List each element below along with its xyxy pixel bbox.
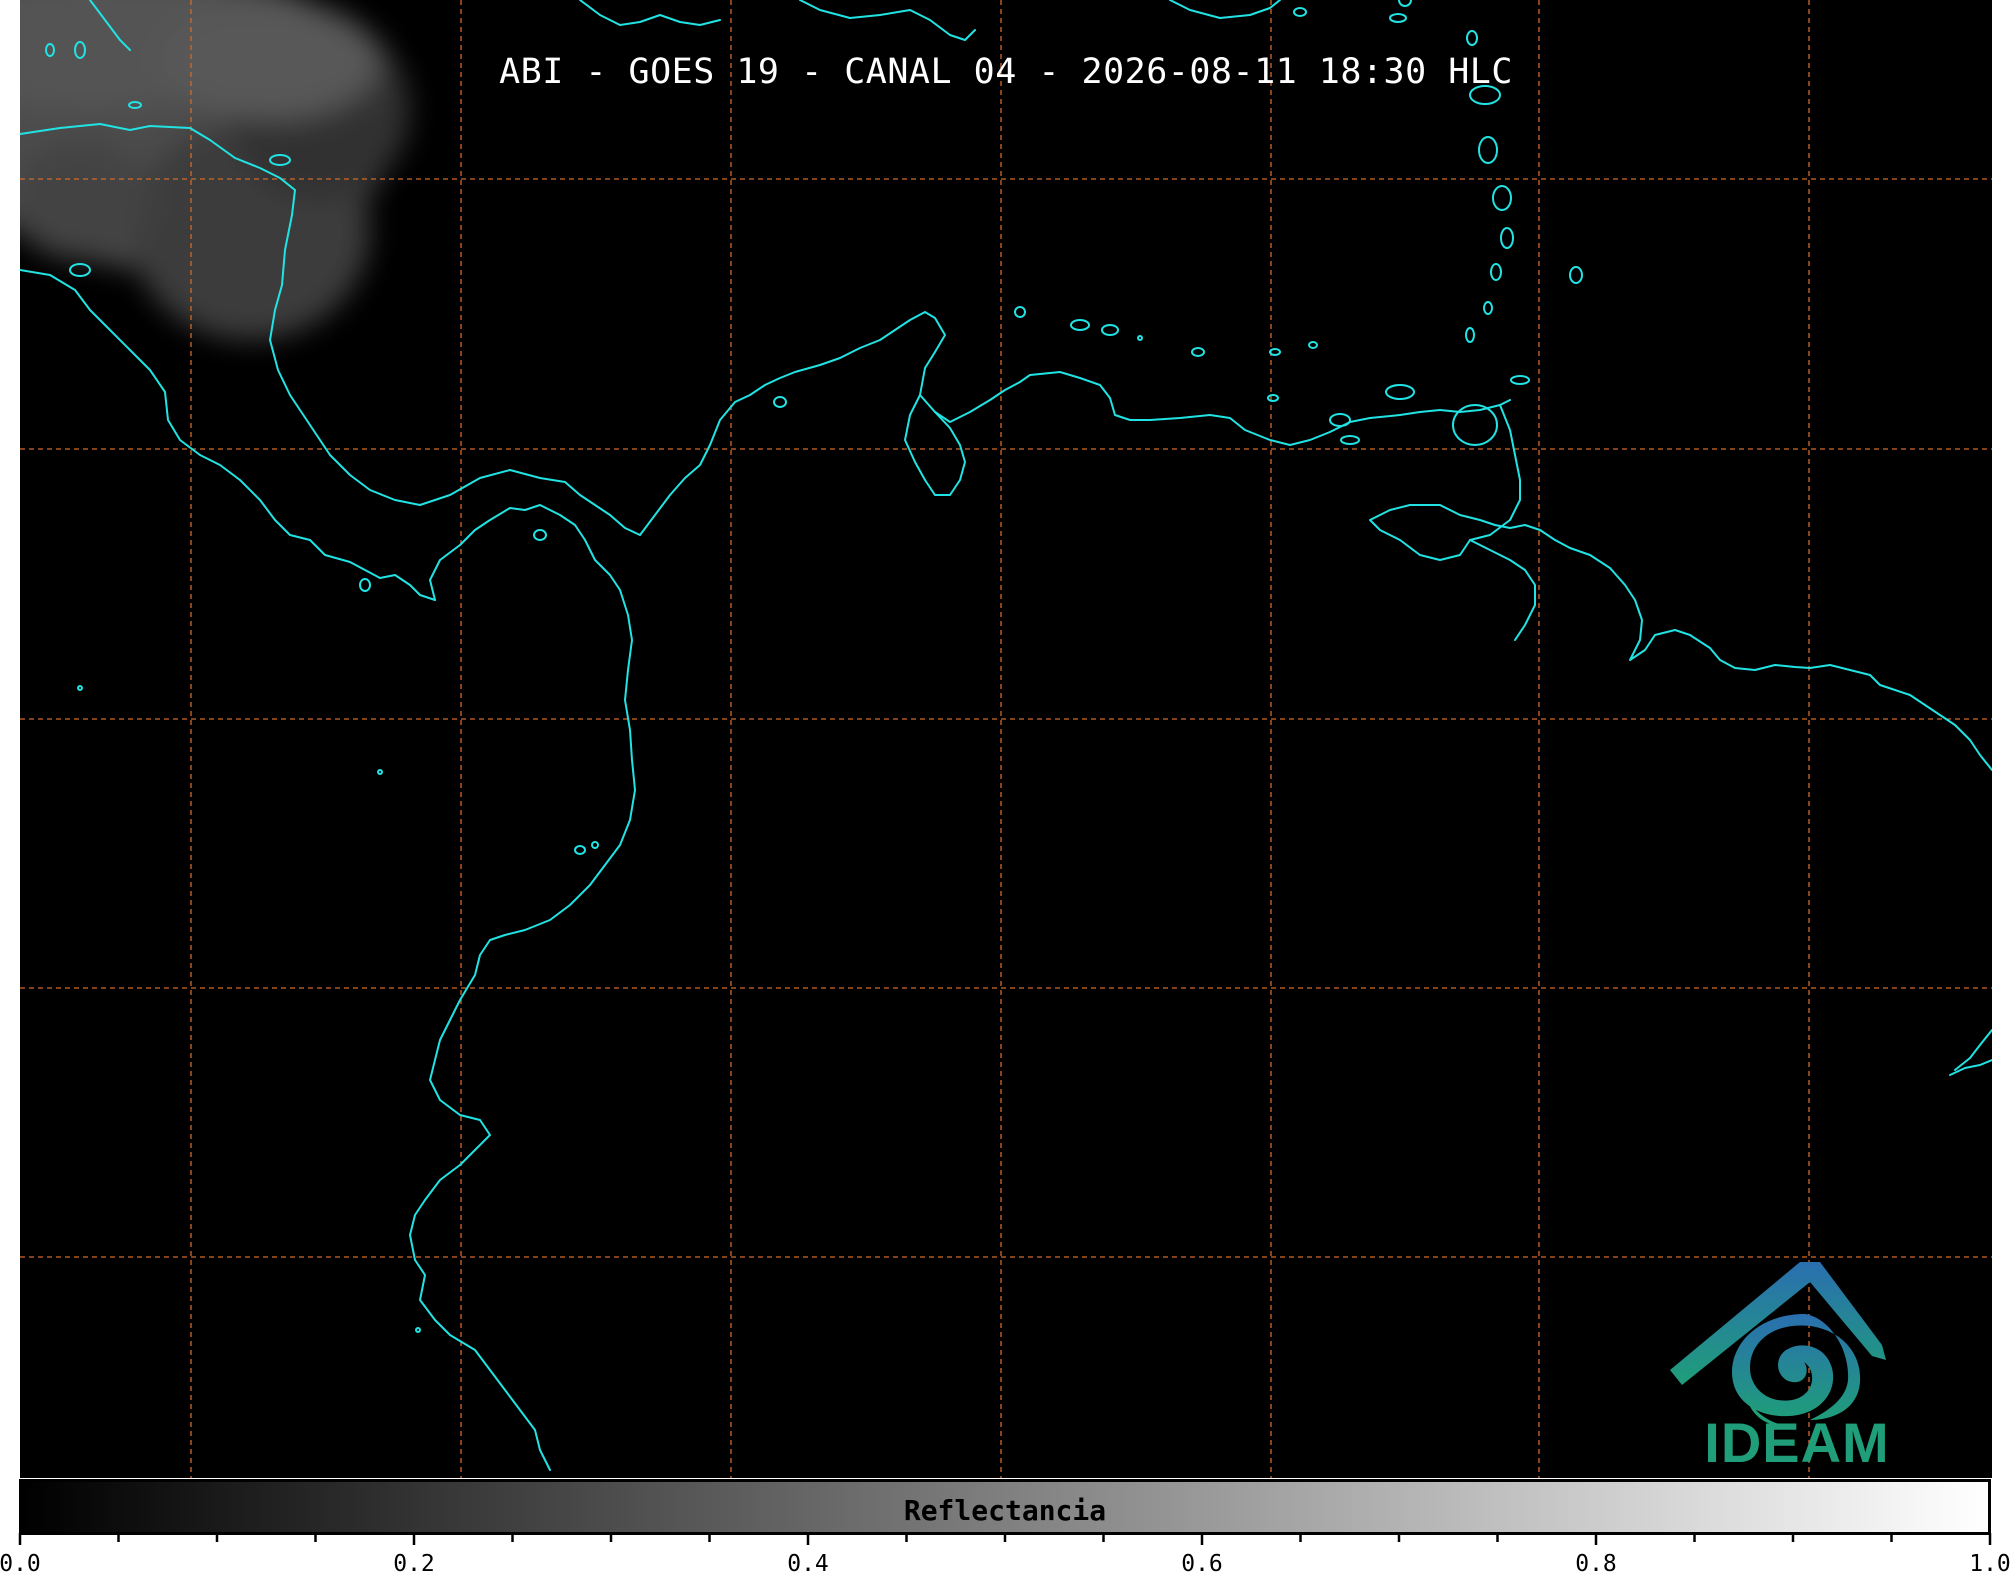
island	[1191, 347, 1205, 357]
colorbar-tick-label: 0.6	[1181, 1551, 1223, 1577]
island	[377, 769, 383, 775]
colorbar-tick-label: 1.0	[1969, 1551, 2011, 1577]
island	[1490, 263, 1502, 281]
colorbar-tick-label: 0.0	[0, 1551, 41, 1577]
island	[1569, 266, 1583, 284]
island	[1483, 301, 1493, 315]
island	[1492, 185, 1512, 211]
island	[1385, 384, 1415, 400]
colorbar-tick-label: 0.4	[787, 1551, 829, 1577]
ideam-mountain-spiral-icon	[1670, 1262, 1886, 1427]
colorbar: Reflectancia	[19, 1479, 1991, 1535]
island	[69, 263, 91, 277]
coastline-puerto-rico	[1169, 0, 1281, 19]
map-title: ABI - GOES 19 - CANAL 04 - 2026-08-11 18…	[499, 52, 1513, 92]
island	[1466, 30, 1478, 46]
coastline-venezuela-east	[1369, 404, 1992, 771]
island	[773, 396, 787, 408]
coastline-cuba	[579, 0, 721, 26]
island	[574, 845, 586, 855]
island	[1293, 7, 1307, 17]
island	[1510, 375, 1530, 385]
island	[533, 529, 547, 541]
island	[1101, 324, 1119, 336]
island	[1478, 136, 1498, 164]
island	[1070, 319, 1090, 331]
ideam-logo-wordmark: IDEAM	[1704, 1411, 1890, 1474]
island	[415, 1327, 421, 1333]
island	[359, 578, 371, 592]
island	[1308, 341, 1318, 349]
map-canvas	[20, 0, 1992, 1478]
coastline-guajira	[904, 394, 966, 496]
coastline-venezuela-gulf	[1469, 539, 1536, 641]
island	[1340, 435, 1360, 445]
island	[1465, 327, 1475, 343]
island	[1389, 13, 1407, 23]
coastline-caribbean-colombia	[639, 311, 1511, 536]
colorbar-label: Reflectancia	[903, 1494, 1107, 1527]
island	[77, 685, 83, 691]
colorbar-tick-label: 0.2	[393, 1551, 435, 1577]
island	[1137, 335, 1143, 341]
coastline-hispaniola	[799, 0, 976, 41]
island	[1329, 413, 1351, 427]
satellite-map: ABI - GOES 19 - CANAL 04 - 2026-08-11 18…	[20, 0, 1992, 1478]
island	[1267, 394, 1279, 402]
cloud-cover	[20, 0, 410, 340]
colorbar-tick-label: 0.8	[1575, 1551, 1617, 1577]
island	[1500, 227, 1514, 249]
island	[1014, 306, 1026, 318]
coastline-guyana	[1954, 1029, 1992, 1071]
island	[591, 841, 599, 849]
island	[1398, 0, 1412, 7]
coastline-guyana-2	[1949, 1059, 1992, 1076]
